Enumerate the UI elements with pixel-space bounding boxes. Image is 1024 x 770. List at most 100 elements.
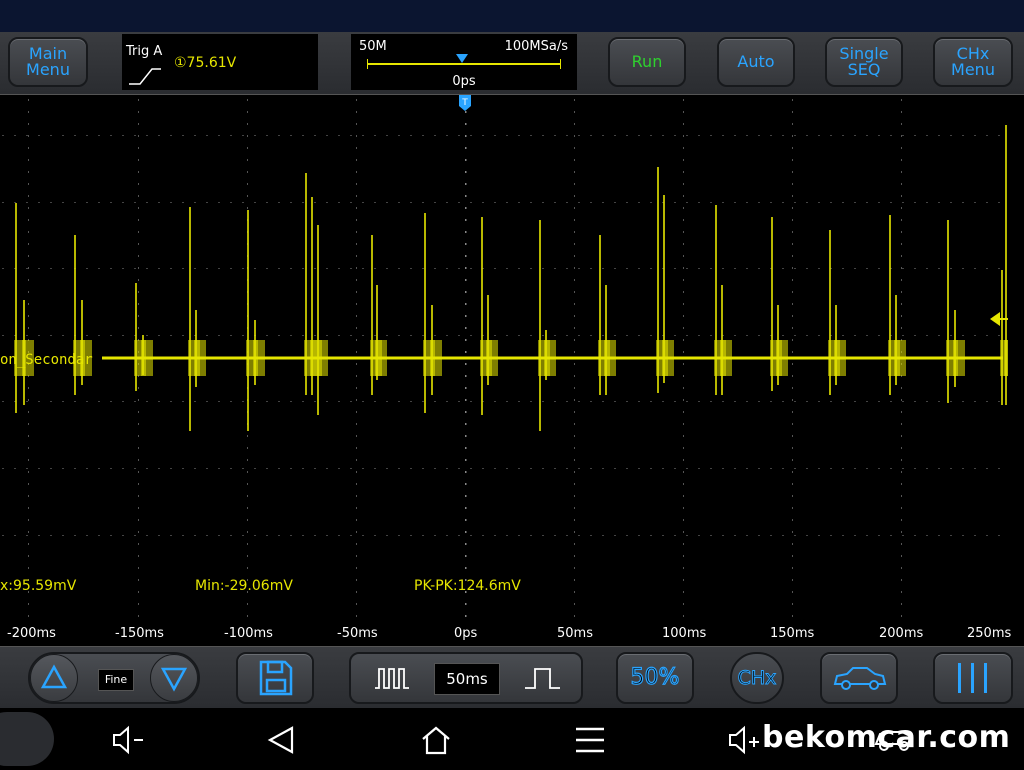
waveform-display[interactable]: T on_Secondar bbox=[0, 95, 1016, 622]
trigger-info-panel[interactable]: Trig A ①75.61V bbox=[122, 34, 318, 90]
down-button[interactable] bbox=[150, 654, 198, 702]
grid-dot bbox=[866, 202, 868, 203]
run-button[interactable]: Run bbox=[608, 37, 686, 87]
grid-dot bbox=[746, 135, 748, 136]
timebase-info-panel[interactable]: 50M 100MSa/s 0ps bbox=[351, 34, 577, 90]
grid-dot bbox=[998, 202, 1000, 203]
grid-dot bbox=[422, 401, 424, 402]
grid-dot bbox=[158, 268, 160, 269]
grid-dot bbox=[806, 535, 808, 536]
grid-dot bbox=[683, 267, 684, 269]
chx-menu-button[interactable]: CHx Menu bbox=[933, 37, 1013, 87]
grid-dot bbox=[266, 335, 268, 336]
grid-dot bbox=[901, 183, 902, 185]
grid-dot bbox=[626, 535, 628, 536]
grid-dot bbox=[356, 399, 357, 401]
volume-up-icon[interactable] bbox=[726, 724, 766, 756]
auto-button[interactable]: Auto bbox=[717, 37, 795, 87]
grid-dot bbox=[683, 387, 684, 389]
grid-dot bbox=[574, 195, 575, 197]
grid-dot bbox=[374, 468, 376, 469]
grid-dot bbox=[866, 268, 868, 269]
grid-dot bbox=[146, 268, 148, 269]
grid-dot bbox=[362, 468, 364, 469]
grid-dot bbox=[602, 401, 604, 402]
back-icon[interactable] bbox=[266, 724, 298, 756]
grid-dot bbox=[278, 468, 280, 469]
grid-dot bbox=[170, 535, 172, 536]
save-button[interactable] bbox=[236, 652, 314, 704]
grid-dot bbox=[458, 268, 460, 269]
grid-dot bbox=[28, 507, 29, 509]
grid-dot bbox=[792, 507, 793, 509]
grid-dot bbox=[98, 401, 100, 402]
grid-dot bbox=[356, 231, 357, 233]
grid-dot bbox=[338, 468, 340, 469]
grid-dot bbox=[792, 315, 793, 317]
grid-dot bbox=[914, 401, 916, 402]
grid-dot bbox=[683, 207, 684, 209]
grid-dot bbox=[950, 335, 952, 336]
grid-dot bbox=[326, 268, 328, 269]
menu-icon[interactable] bbox=[574, 724, 606, 756]
grid-dot bbox=[138, 519, 139, 521]
chx-button[interactable]: CHx bbox=[730, 652, 784, 704]
fine-label[interactable]: Fine bbox=[98, 669, 134, 691]
grid-dot bbox=[182, 135, 184, 136]
single-seq-button[interactable]: Single SEQ bbox=[825, 37, 903, 87]
grid-dot bbox=[590, 335, 592, 336]
grid-dot bbox=[28, 447, 29, 449]
grid-dot bbox=[465, 339, 467, 341]
grid-dot bbox=[782, 268, 784, 269]
grid-dot bbox=[338, 535, 340, 536]
grid-dot bbox=[465, 615, 467, 617]
grid-dot bbox=[792, 135, 793, 137]
grid-dot bbox=[574, 615, 575, 617]
menu-bars-button[interactable] bbox=[933, 652, 1013, 704]
grid-dot bbox=[74, 202, 76, 203]
main-menu-button[interactable]: Main Menu bbox=[8, 37, 88, 87]
waveform-canvas[interactable]: T on_Secondar bbox=[0, 95, 1016, 622]
grid-dot bbox=[722, 401, 724, 402]
grid-dot bbox=[842, 401, 844, 402]
grid-dot bbox=[792, 555, 793, 557]
grid-dot bbox=[574, 387, 575, 389]
grid-dot bbox=[792, 615, 793, 617]
grid-dot bbox=[986, 535, 988, 536]
home-icon[interactable] bbox=[420, 724, 452, 756]
grid-dot bbox=[986, 335, 988, 336]
grid-dot bbox=[410, 535, 412, 536]
grid-dot bbox=[602, 535, 604, 536]
grid-dot bbox=[356, 459, 357, 461]
vehicle-button[interactable] bbox=[820, 652, 898, 704]
up-button[interactable] bbox=[30, 654, 78, 702]
grid-dot bbox=[290, 335, 292, 336]
grid-dot bbox=[356, 195, 357, 197]
grid-dot bbox=[326, 135, 328, 136]
grid-dot bbox=[494, 268, 496, 269]
grid-dot bbox=[683, 459, 684, 461]
grid-dot bbox=[901, 111, 902, 113]
grid-dot bbox=[326, 535, 328, 536]
grid-dot bbox=[356, 267, 357, 269]
time-label: 250ms bbox=[967, 626, 1012, 641]
grid-dot bbox=[901, 219, 902, 221]
grid-dot bbox=[938, 468, 940, 469]
grid-dot bbox=[614, 468, 616, 469]
timebase-increase-button[interactable] bbox=[505, 656, 579, 700]
grid-dot bbox=[902, 535, 904, 536]
volume-down-icon[interactable] bbox=[110, 724, 150, 756]
grid-dot bbox=[626, 135, 628, 136]
timebase-decrease-button[interactable] bbox=[353, 656, 427, 700]
grid-dot bbox=[138, 579, 139, 581]
grid-dot bbox=[792, 447, 793, 449]
grid-dot bbox=[50, 335, 52, 336]
fifty-percent-button[interactable]: 50% bbox=[616, 652, 694, 704]
grid-dot bbox=[574, 471, 575, 473]
chx-label: CHx bbox=[737, 667, 777, 690]
grid-dot bbox=[574, 303, 575, 305]
nav-side-handle[interactable] bbox=[0, 712, 54, 766]
grid-dot bbox=[674, 468, 676, 469]
grid-dot bbox=[98, 468, 100, 469]
grid-dot bbox=[356, 387, 357, 389]
